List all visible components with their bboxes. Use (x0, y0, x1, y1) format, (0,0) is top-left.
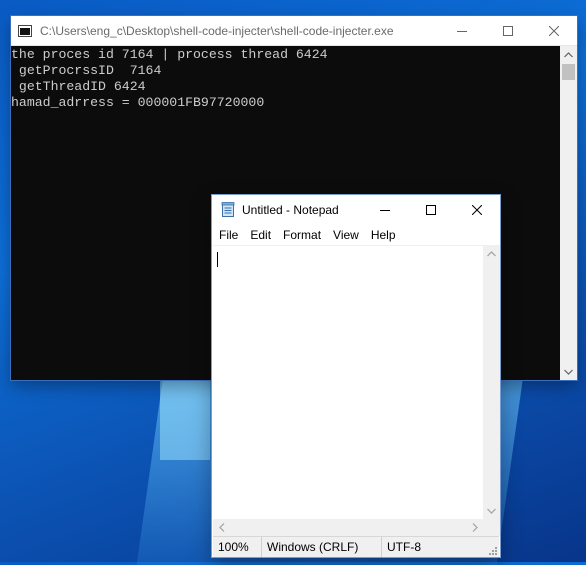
console-close-button[interactable] (531, 16, 577, 45)
scroll-up-arrow-icon[interactable] (560, 46, 577, 63)
notepad-menubar: File Edit Format View Help (212, 224, 500, 246)
scroll-down-arrow-icon[interactable] (560, 363, 577, 380)
notepad-maximize-button[interactable] (408, 195, 454, 224)
console-app-icon (18, 24, 32, 37)
menu-format[interactable]: Format (279, 228, 329, 242)
close-icon (472, 204, 482, 215)
status-line-endings: Windows (CRLF) (261, 537, 381, 557)
text-caret (217, 252, 218, 267)
notepad-titlebar[interactable]: Untitled - Notepad (212, 195, 500, 224)
console-titlebar[interactable]: C:\Users\eng_c\Desktop\shell-code-inject… (11, 16, 577, 46)
console-window-title: C:\Users\eng_c\Desktop\shell-code-inject… (40, 23, 394, 38)
close-icon (549, 25, 559, 36)
scrollbar-corner (483, 519, 500, 536)
status-encoding: UTF-8 (381, 537, 499, 557)
scroll-left-arrow-icon[interactable] (213, 519, 230, 536)
notepad-minimize-button[interactable] (362, 195, 408, 224)
notepad-window[interactable]: Untitled - Notepad File Edit Format View… (212, 195, 500, 557)
notepad-text-area[interactable] (213, 245, 483, 520)
notepad-close-button[interactable] (454, 195, 500, 224)
notepad-app-icon (221, 202, 235, 217)
console-line: hamad_adrress = 000001FB97720000 (11, 95, 265, 110)
minimize-icon (380, 209, 390, 211)
notepad-status-bar: 100% Windows (CRLF) UTF-8 (213, 536, 499, 557)
notepad-horizontal-scrollbar[interactable] (213, 519, 483, 536)
minimize-icon (457, 30, 467, 32)
maximize-icon (503, 25, 513, 36)
desktop-light-highlight (160, 380, 210, 460)
resize-grip-icon[interactable] (487, 545, 497, 555)
console-line: getProcrssID 7164 (11, 63, 162, 78)
scroll-right-arrow-icon[interactable] (466, 519, 483, 536)
console-scroll-thumb[interactable] (562, 64, 575, 80)
console-minimize-button[interactable] (439, 16, 485, 45)
notepad-vertical-scrollbar[interactable] (483, 245, 500, 519)
scroll-up-arrow-icon[interactable] (483, 245, 500, 262)
console-line: the proces id 7164 | process thread 6424 (11, 47, 328, 62)
maximize-icon (426, 204, 436, 215)
notepad-window-title: Untitled - Notepad (242, 202, 339, 217)
menu-help[interactable]: Help (367, 228, 404, 242)
console-maximize-button[interactable] (485, 16, 531, 45)
status-zoom: 100% (218, 540, 249, 554)
menu-view[interactable]: View (329, 228, 367, 242)
console-line: getThreadID 6424 (11, 79, 146, 94)
scroll-down-arrow-icon[interactable] (483, 502, 500, 519)
console-vertical-scrollbar[interactable] (560, 46, 577, 380)
menu-edit[interactable]: Edit (246, 228, 279, 242)
menu-file[interactable]: File (215, 228, 246, 242)
